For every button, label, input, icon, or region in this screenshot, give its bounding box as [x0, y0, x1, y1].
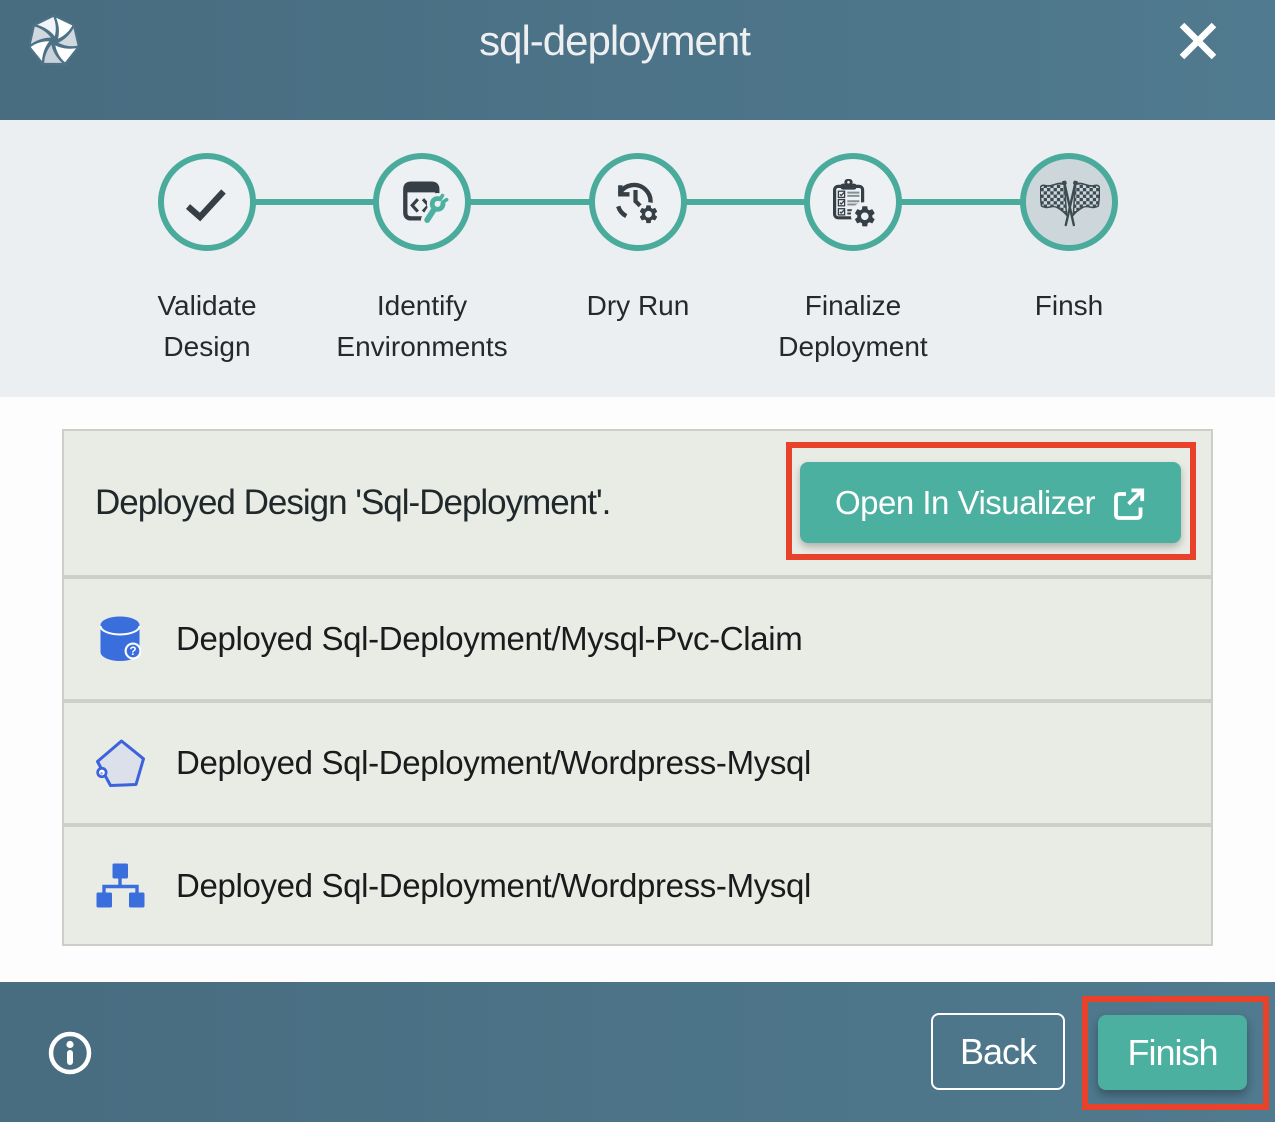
svg-text:?: ? — [129, 646, 136, 658]
